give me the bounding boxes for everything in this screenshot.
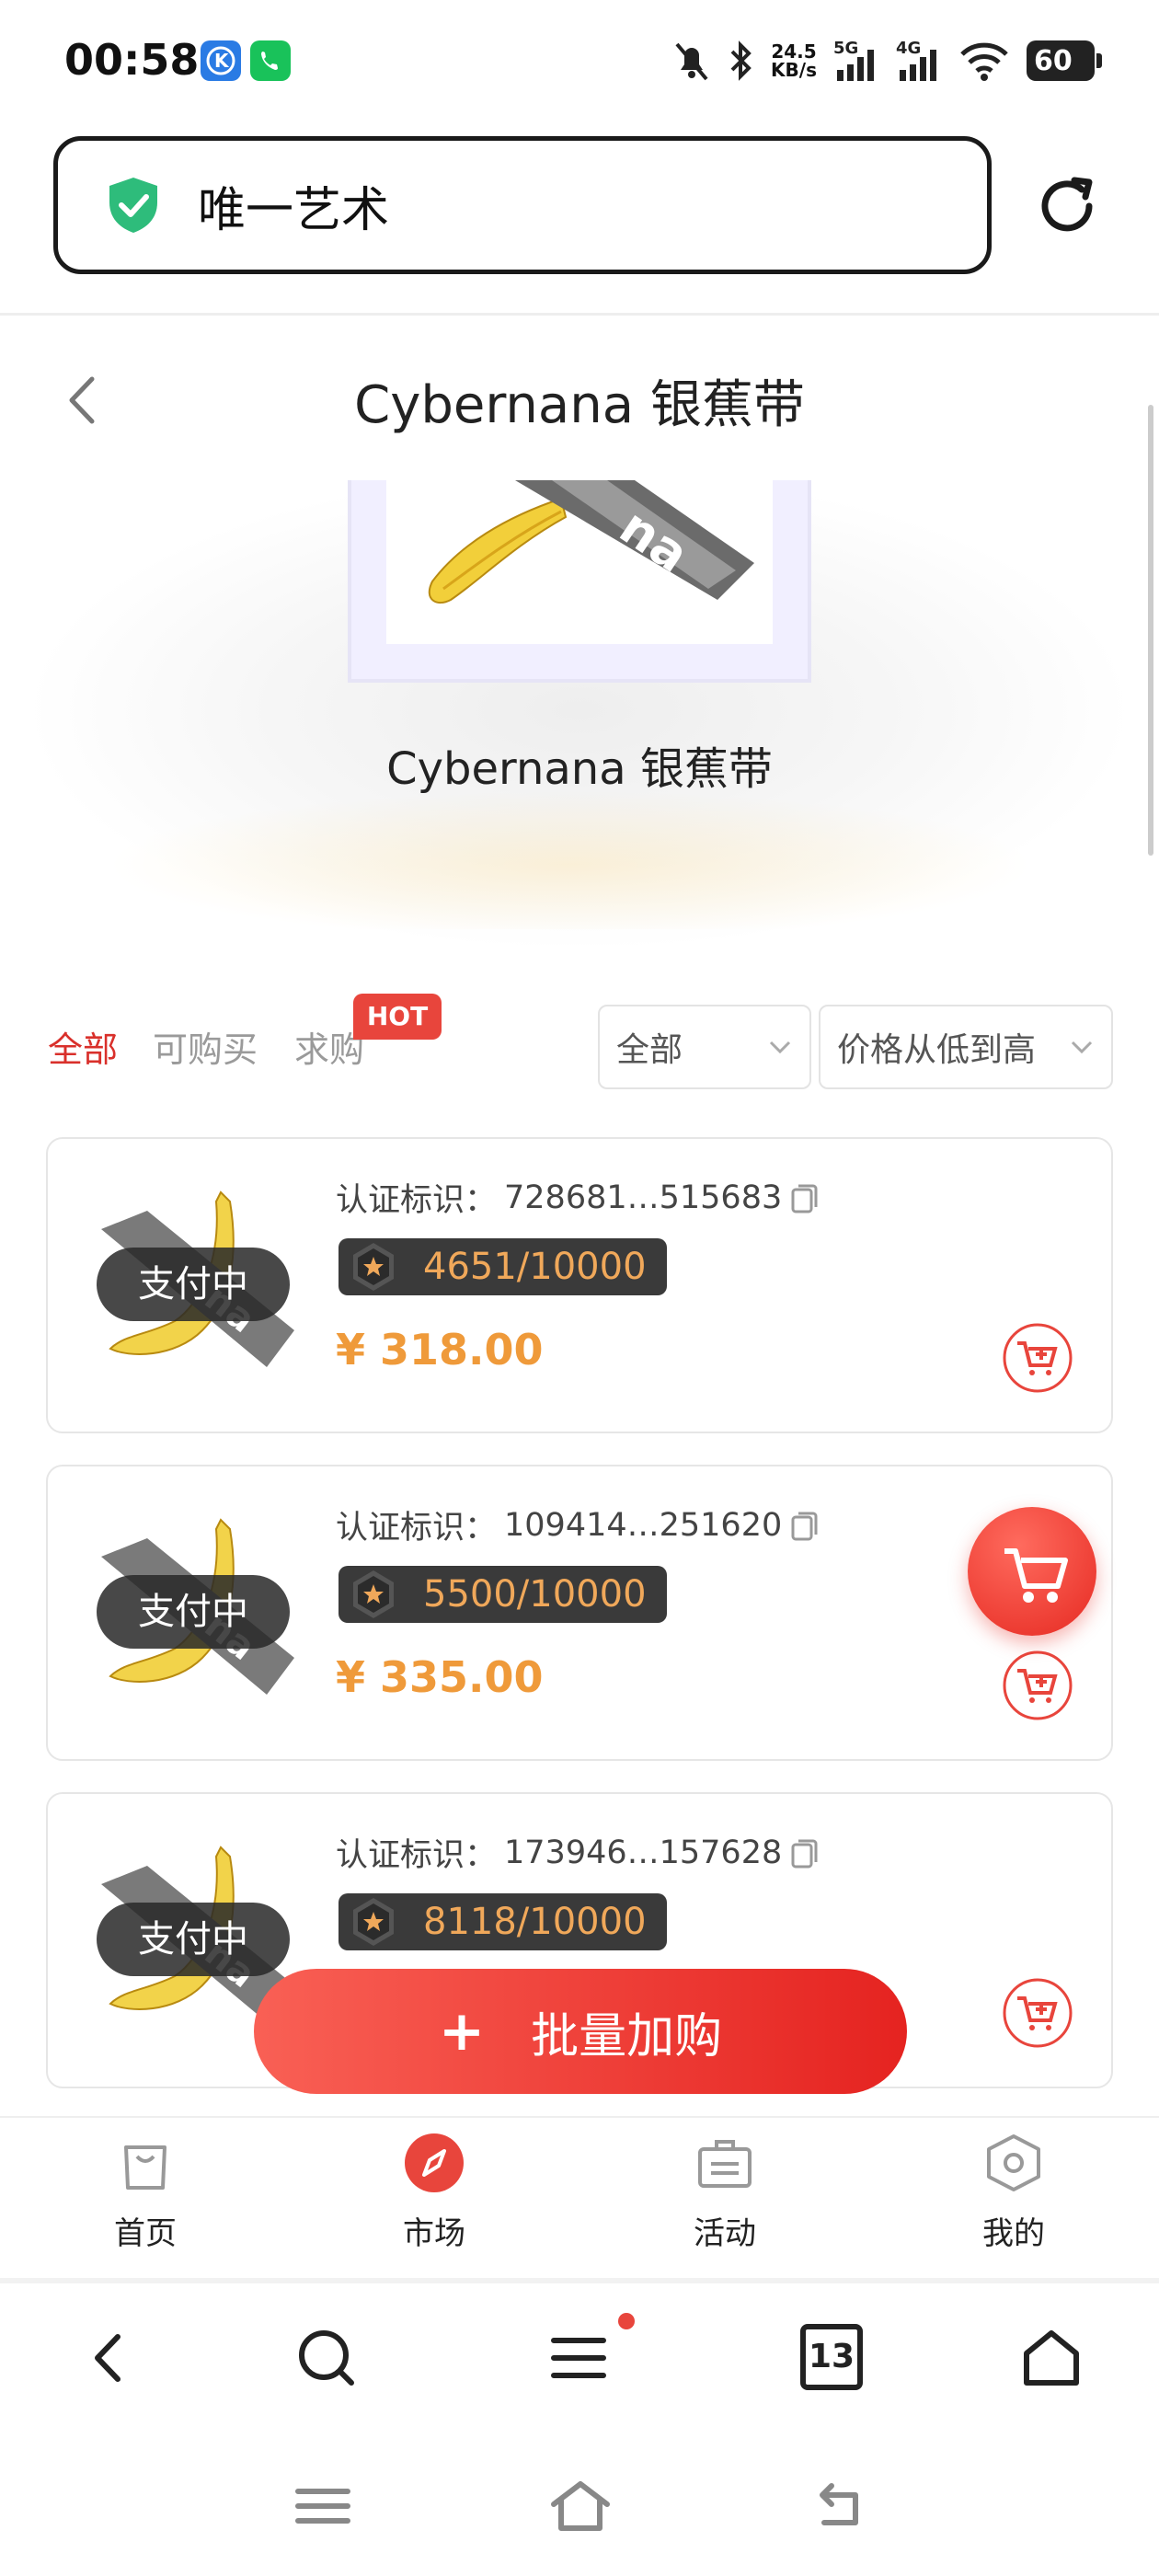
compass-icon: [405, 2133, 464, 2192]
add-to-cart-icon[interactable]: [1001, 1321, 1074, 1395]
signal-4g-icon: 4G: [896, 39, 942, 83]
reload-icon[interactable]: [1030, 169, 1104, 243]
paying-status-badge: 支付中: [97, 1903, 290, 1976]
net-speed: 24.5 KB/s: [771, 40, 817, 81]
cert-id: 109414…251620: [504, 1506, 783, 1544]
batch-add-button[interactable]: + 批量加购: [254, 1969, 907, 2094]
tab-all[interactable]: 全部: [48, 1021, 118, 1072]
menu-icon[interactable]: [545, 2324, 613, 2392]
nav-item-home[interactable]: 首页: [72, 2131, 219, 2269]
shield-check-icon: [109, 178, 157, 233]
chevron-down-icon: [769, 1041, 791, 1054]
site-name: 唯一艺术: [198, 182, 390, 238]
edition-badge: 5500/10000: [339, 1566, 667, 1623]
mute-bell-icon: [675, 42, 708, 81]
copy-icon[interactable]: [789, 1508, 820, 1543]
chevron-down-icon: [1071, 1041, 1093, 1054]
tab-count-button[interactable]: 13: [800, 2324, 863, 2390]
search-icon[interactable]: [293, 2324, 361, 2392]
page-title: Cybernana 银蕉带: [354, 375, 805, 435]
star-medal-icon: [353, 1243, 394, 1291]
price: ¥ 318.00: [336, 1325, 544, 1374]
edition-number: 8118/10000: [423, 1901, 647, 1943]
edition-badge: 8118/10000: [339, 1893, 667, 1950]
cert-id-row: 认证标识： 109414…251620: [336, 1501, 820, 1548]
nav-item-mine[interactable]: 我的: [940, 2131, 1087, 2269]
edition-badge: 4651/10000: [339, 1238, 667, 1295]
hot-badge: HOT: [353, 994, 442, 1040]
floating-cart-button[interactable]: [968, 1507, 1096, 1636]
system-menu-icon[interactable]: [291, 2477, 355, 2536]
notification-dot: [618, 2313, 635, 2329]
banana-tape-artwork: na: [428, 480, 754, 604]
tab-buyable[interactable]: 可购买: [153, 1021, 258, 1072]
page-scrollbar[interactable]: [1148, 405, 1153, 856]
status-icons: 24.5 KB/s 5G 4G 60: [673, 33, 1102, 88]
cert-id: 173946…157628: [504, 1834, 783, 1871]
add-to-cart-icon[interactable]: [1001, 1976, 1074, 2050]
browser-back-icon[interactable]: [75, 2324, 143, 2392]
plus-icon: +: [438, 1999, 486, 2064]
divider: [0, 313, 1159, 316]
address-bar[interactable]: 唯一艺术: [53, 136, 992, 274]
price: ¥ 335.00: [336, 1652, 544, 1702]
hero-artwork-name: Cybernana 银蕉带: [386, 743, 773, 795]
copy-icon[interactable]: [789, 1835, 820, 1870]
sort-dropdown-value: 价格从低到高: [837, 1031, 1037, 1069]
cert-id-row: 认证标识： 728681…515683: [336, 1174, 820, 1221]
paying-status-badge: 支付中: [97, 1575, 290, 1649]
signal-5g-icon: 5G: [833, 39, 879, 83]
hero-glow: [110, 791, 1030, 929]
home-icon[interactable]: [1017, 2324, 1085, 2392]
paying-status-badge: 支付中: [97, 1248, 290, 1321]
system-home-icon[interactable]: [548, 2477, 613, 2536]
status-time: 00:58: [64, 35, 200, 85]
app-k-icon: K: [201, 40, 241, 81]
edition-number: 4651/10000: [423, 1246, 647, 1288]
copy-icon[interactable]: [789, 1180, 820, 1215]
cart-icon: [1004, 1548, 1068, 1603]
edition-number: 5500/10000: [423, 1573, 647, 1616]
bag-icon: [124, 2145, 166, 2190]
star-medal-icon: [353, 1898, 394, 1946]
add-to-cart-icon[interactable]: [1001, 1649, 1074, 1722]
system-back-icon[interactable]: [806, 2477, 870, 2536]
briefcase-icon: [698, 2140, 752, 2188]
batch-add-label: 批量加购: [531, 2008, 723, 2064]
svg-text:K: K: [214, 50, 230, 72]
hexagon-icon: [987, 2134, 1040, 2191]
wifi-icon: [960, 42, 1008, 81]
sort-dropdown[interactable]: 价格从低到高: [819, 1005, 1113, 1089]
divider: [0, 2278, 1159, 2283]
status-dropdown-value: 全部: [616, 1031, 683, 1069]
cert-id-row: 认证标识： 173946…157628: [336, 1829, 820, 1876]
phone-app-icon: [250, 40, 291, 81]
nav-item-activity[interactable]: 活动: [651, 2131, 798, 2269]
nav-item-market[interactable]: 市场: [361, 2131, 508, 2269]
bluetooth-icon: [730, 40, 752, 81]
status-dropdown[interactable]: 全部: [598, 1005, 811, 1089]
cert-id: 728681…515683: [504, 1179, 783, 1216]
star-medal-icon: [353, 1570, 394, 1618]
battery-icon: 60: [1027, 40, 1102, 81]
